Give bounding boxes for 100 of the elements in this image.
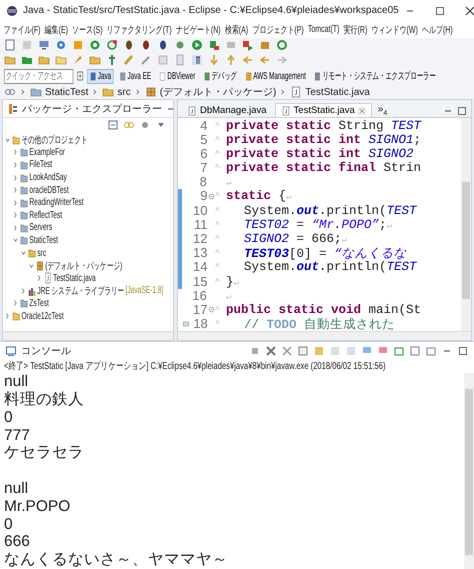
menu-item[interactable]: ヘルプ(H) — [420, 22, 455, 37]
tree-item-label[interactable]: ExampleFor — [29, 146, 65, 158]
console-output-line: Mr.POPO — [4, 498, 70, 515]
folder-icon — [20, 234, 28, 246]
menu-item[interactable]: ファイル(F) — [1, 22, 43, 37]
menu-item[interactable]: 編集(E) — [42, 22, 70, 37]
tree-item-label[interactable]: Servers — [29, 222, 52, 234]
more-tabs-indicator[interactable]: »$_{4}$ — [374, 104, 392, 118]
perspective-button[interactable]: DBViewer — [156, 68, 198, 84]
open-perspective-icon[interactable] — [76, 70, 84, 82]
collapse-all-icon[interactable] — [107, 119, 119, 132]
window-title: Java - StaticTest/src/TestStatic.java - Eclipse - C:¥Eclipse4.6¥pleiades¥workspace05 — [23, 5, 399, 16]
menu-item[interactable]: リファクタリング(T) — [104, 22, 174, 37]
tree-item-label[interactable]: StaticTest — [29, 234, 58, 246]
tab-marker: ^ — [214, 120, 222, 131]
remove-launch-icon[interactable] — [265, 345, 277, 358]
tree-item-label[interactable]: LookAndSay — [29, 172, 67, 183]
folder-icon — [30, 86, 42, 98]
arrow-down-icon[interactable] — [208, 54, 220, 66]
console-icon — [5, 345, 17, 358]
code-line: TEST02 = “Mr.POPO”;↵ — [243, 218, 392, 232]
folder-icon[interactable] — [38, 54, 50, 66]
perspective-button[interactable]: AWS Management — [242, 68, 308, 84]
console-output-line: 0 — [4, 408, 13, 426]
perspective-button[interactable]: デバッグ — [200, 67, 240, 86]
menu-item[interactable]: ナビゲート(N) — [174, 22, 223, 37]
circle-icon[interactable] — [89, 39, 101, 52]
console-status: <終了> TestStatic [Java アプリケーション] C:¥Eclipse4.6¥pleiades¥java¥8¥bin¥javaw.exe (2018/06/02 15:51:56) — [4, 360, 386, 374]
java-file-icon — [44, 272, 52, 284]
breadcrumb-item[interactable]: TestStatic.java — [305, 86, 370, 98]
line-number: 6 — [199, 146, 208, 161]
menu-item[interactable]: 実行(R) — [341, 22, 370, 37]
chevron-right-icon — [134, 88, 142, 96]
menu-item[interactable]: ウィンドウ(W) — [369, 22, 420, 37]
quick-access-field[interactable]: クイック・アクセス — [4, 68, 74, 84]
tree-item-label[interactable]: FileTest — [29, 159, 52, 170]
maximize-icon[interactable] — [434, 4, 446, 17]
tab-marker: ^ — [214, 148, 222, 159]
tree-item-label[interactable]: oracleDBTest — [29, 184, 69, 196]
tree-item-label[interactable]: (デフォルト・パッケージ) — [45, 258, 122, 273]
perspective-button[interactable]: Java EE — [116, 68, 154, 84]
editor-tab[interactable]: DbManage.java — [181, 103, 273, 118]
remove-all-icon[interactable] — [281, 345, 293, 358]
code-line: private static String TEST — [225, 118, 422, 133]
perspective-button[interactable]: Java — [87, 68, 114, 84]
vertical-scrollbar[interactable] — [461, 118, 471, 332]
console-output-line: ケセラセラ — [4, 444, 84, 462]
tree-item-label[interactable]: src — [37, 248, 46, 259]
horizontal-scrollbar[interactable] — [178, 331, 471, 340]
code-line: private static int SIGNO1; — [225, 132, 422, 147]
editor-tab[interactable]: TestStatic.java — [274, 103, 372, 118]
tab-marker: ^ — [214, 304, 222, 315]
tree-item-label[interactable]: ReadingWriterTest — [29, 197, 84, 208]
arrow-up-icon[interactable] — [225, 54, 237, 66]
tab-marker: ^ — [214, 276, 222, 287]
tab-marker: ^ — [214, 134, 222, 145]
breadcrumb-item[interactable]: src — [117, 86, 131, 98]
view-title[interactable]: コンソール — [21, 344, 245, 358]
new-page-icon[interactable] — [4, 39, 16, 52]
console-output-line: なんくるないさ～、ヤママヤ～ — [4, 551, 228, 568]
breadcrumb-item[interactable]: (デフォルト・パッケージ) — [160, 85, 276, 100]
arrow-left-icon[interactable] — [242, 54, 254, 66]
line-number: 4 — [199, 118, 208, 133]
fold-toggle-icon[interactable] — [208, 192, 215, 200]
folder-icon — [20, 297, 28, 310]
breadcrumb-item[interactable]: StaticTest — [45, 86, 88, 98]
folder-icon[interactable] — [55, 54, 67, 66]
arrow-left-icon[interactable] — [259, 54, 271, 66]
menu-item[interactable]: Tomcat(T) — [306, 24, 342, 36]
menu-item[interactable]: ソース(S) — [70, 22, 105, 37]
close-icon[interactable] — [464, 4, 474, 17]
code-line: }↵ — [225, 274, 239, 289]
code-line: TEST03[0] = “なんくるな — [243, 246, 407, 261]
code-line: private static final Strin — [225, 161, 422, 176]
folder-icon[interactable] — [4, 54, 16, 66]
maximize-icon[interactable] — [457, 345, 469, 358]
code-line: ↵ — [225, 290, 232, 303]
code-line: System.out.println(TEST — [243, 204, 417, 218]
line-number: 10 — [192, 204, 208, 218]
fold-toggle-icon[interactable] — [208, 306, 215, 314]
view-title[interactable]: パッケージ・エクスプローラー — [22, 102, 162, 116]
monitor-icon[interactable] — [38, 39, 50, 52]
folder-icon[interactable] — [89, 54, 101, 66]
tree-item-label[interactable]: その他のプロジェクト — [21, 132, 88, 147]
horizontal-scrollbar[interactable] — [3, 331, 173, 340]
console-output-line: null — [4, 480, 28, 498]
menu-item[interactable]: 検索(A) — [222, 22, 250, 37]
line-number: 18 — [192, 317, 208, 332]
tree-item-label[interactable]: ReflectTest — [29, 210, 62, 221]
maximize-icon[interactable] — [456, 105, 468, 118]
tree-item-label[interactable]: TestStatic.java — [53, 272, 96, 284]
pilcrow-icon[interactable] — [191, 54, 203, 66]
tree-item-label[interactable]: JRE システム・ライブラリー — [37, 284, 124, 298]
tree-item-label[interactable]: Oracle12cTest — [21, 310, 64, 322]
menu-item[interactable]: プロジェクト(P) — [250, 22, 306, 37]
line-number: 17 — [192, 302, 208, 317]
console-output-line: 777 — [4, 426, 30, 444]
tree-item-label[interactable]: ZsTest — [29, 298, 49, 309]
vertical-scrollbar[interactable] — [464, 373, 474, 569]
perspective-button[interactable]: リモート・システム・エクスプローラー — [312, 67, 438, 86]
